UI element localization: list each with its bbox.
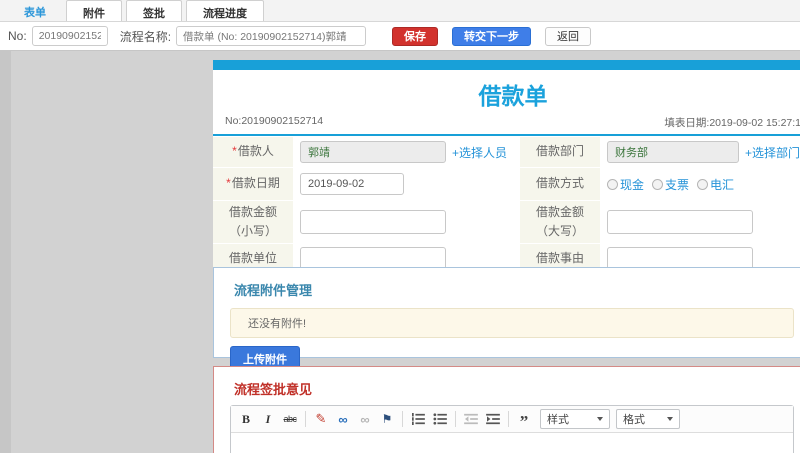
anchor-flag-icon[interactable]: ⚑ bbox=[377, 409, 397, 429]
styles-dropdown[interactable]: 样式 bbox=[540, 409, 610, 429]
borrower-label: *借款人 bbox=[213, 137, 293, 167]
bulleted-list-icon[interactable] bbox=[430, 409, 450, 429]
radio-cheque[interactable]: 支票 bbox=[652, 176, 689, 193]
strikethrough-icon[interactable]: abc bbox=[280, 409, 300, 429]
toolbar-separator bbox=[402, 411, 403, 427]
tab-bar: 表单 附件 签批 流程进度 bbox=[0, 0, 800, 22]
borrower-field: +选择人员 bbox=[294, 137, 519, 167]
department-field: +选择部门 bbox=[601, 137, 800, 167]
no-input[interactable] bbox=[31, 26, 108, 46]
select-department-link[interactable]: +选择部门 bbox=[745, 144, 800, 161]
method-field: 现金 支票 电汇 bbox=[601, 168, 800, 200]
styles-dropdown-label: 样式 bbox=[547, 414, 569, 426]
department-input[interactable] bbox=[607, 141, 739, 163]
action-toolbar: No: 流程名称: 保存 转交下一步 返回 bbox=[0, 22, 800, 51]
numbered-list-icon[interactable] bbox=[408, 409, 428, 429]
department-label: 借款部门 bbox=[520, 137, 600, 167]
form-grid: *借款人 +选择人员 借款部门 +选择部门 *借款日期 借款方式 现金 bbox=[213, 137, 800, 274]
form-no-text: No:20190902152714 bbox=[225, 115, 324, 127]
loan-date-label: *借款日期 bbox=[213, 168, 293, 200]
no-attachment-alert: 还没有附件! bbox=[230, 308, 794, 338]
amount-small-label: 借款金额（小写） bbox=[213, 201, 293, 243]
save-button[interactable]: 保存 bbox=[392, 26, 439, 46]
chevron-down-icon bbox=[667, 417, 673, 421]
tab-process-progress[interactable]: 流程进度 bbox=[186, 0, 264, 21]
radio-icon bbox=[697, 178, 709, 190]
blockquote-icon[interactable]: ” bbox=[514, 409, 534, 431]
required-mark: * bbox=[226, 176, 231, 191]
next-step-button[interactable]: 转交下一步 bbox=[452, 26, 532, 46]
left-gutter bbox=[0, 51, 11, 453]
card-top-bar bbox=[213, 60, 800, 70]
amount-small-input[interactable] bbox=[300, 210, 446, 234]
loan-date-field bbox=[294, 168, 519, 200]
radio-wire[interactable]: 电汇 bbox=[697, 176, 734, 193]
process-name-input[interactable] bbox=[176, 26, 367, 46]
loan-date-input[interactable] bbox=[300, 173, 404, 195]
no-label: No: bbox=[8, 29, 27, 43]
attachment-panel-title: 流程附件管理 bbox=[234, 283, 313, 298]
toolbar-separator bbox=[305, 411, 306, 427]
toolbar-separator bbox=[455, 411, 456, 427]
borrower-input[interactable] bbox=[300, 141, 446, 163]
unlink-icon[interactable]: ∞ bbox=[355, 409, 375, 429]
link-icon[interactable]: ∞ bbox=[333, 409, 353, 429]
radio-icon bbox=[607, 178, 618, 190]
tab-attachment[interactable]: 附件 bbox=[66, 0, 122, 21]
approval-panel: 流程签批意见 B I abc ✎ ∞ ∞ ⚑ ” 样式 格式 bbox=[213, 366, 800, 453]
amount-big-field bbox=[601, 201, 800, 243]
italic-icon[interactable]: I bbox=[258, 409, 278, 429]
method-radio-group: 现金 支票 电汇 bbox=[607, 176, 734, 193]
method-label: 借款方式 bbox=[520, 168, 600, 200]
editor-toolbar: B I abc ✎ ∞ ∞ ⚑ ” 样式 格式 bbox=[231, 406, 793, 433]
amount-small-field bbox=[294, 201, 519, 243]
radio-icon bbox=[652, 178, 664, 190]
radio-cash[interactable]: 现金 bbox=[607, 176, 644, 193]
required-mark: * bbox=[232, 144, 237, 159]
amount-big-label: 借款金额（大写） bbox=[520, 201, 600, 243]
form-title: 借款单 bbox=[478, 83, 548, 109]
divider-line bbox=[213, 134, 800, 136]
outdent-icon[interactable] bbox=[461, 409, 481, 429]
loan-form-card: 借款单 No:20190902152714 填表日期:2019-09-02 15… bbox=[213, 60, 800, 284]
indent-icon[interactable] bbox=[483, 409, 503, 429]
tab-form[interactable]: 表单 bbox=[8, 0, 62, 21]
back-button[interactable]: 返回 bbox=[545, 26, 592, 46]
form-meta-row: No:20190902152714 填表日期:2019-09-02 15:27:… bbox=[213, 115, 800, 134]
format-dropdown-label: 格式 bbox=[623, 414, 645, 426]
bold-icon[interactable]: B bbox=[236, 409, 256, 429]
attachment-panel: 流程附件管理 还没有附件! 上传附件 bbox=[213, 267, 800, 372]
select-person-link[interactable]: +选择人员 bbox=[452, 144, 507, 161]
remove-format-icon[interactable]: ✎ bbox=[311, 409, 331, 429]
format-dropdown[interactable]: 格式 bbox=[616, 409, 680, 429]
tab-approval[interactable]: 签批 bbox=[126, 0, 182, 21]
page: { "tabs": [ { "label": "表单", "active": t… bbox=[0, 0, 800, 453]
process-name-label: 流程名称: bbox=[119, 29, 172, 44]
form-date-text: 填表日期:2019-09-02 15:27:1 bbox=[664, 117, 800, 129]
rich-text-editor: B I abc ✎ ∞ ∞ ⚑ ” 样式 格式 bbox=[230, 405, 794, 453]
amount-big-input[interactable] bbox=[607, 210, 753, 234]
approval-panel-title: 流程签批意见 bbox=[234, 382, 313, 397]
editor-content-area[interactable] bbox=[231, 433, 793, 453]
chevron-down-icon bbox=[597, 417, 603, 421]
toolbar-separator bbox=[508, 411, 509, 427]
